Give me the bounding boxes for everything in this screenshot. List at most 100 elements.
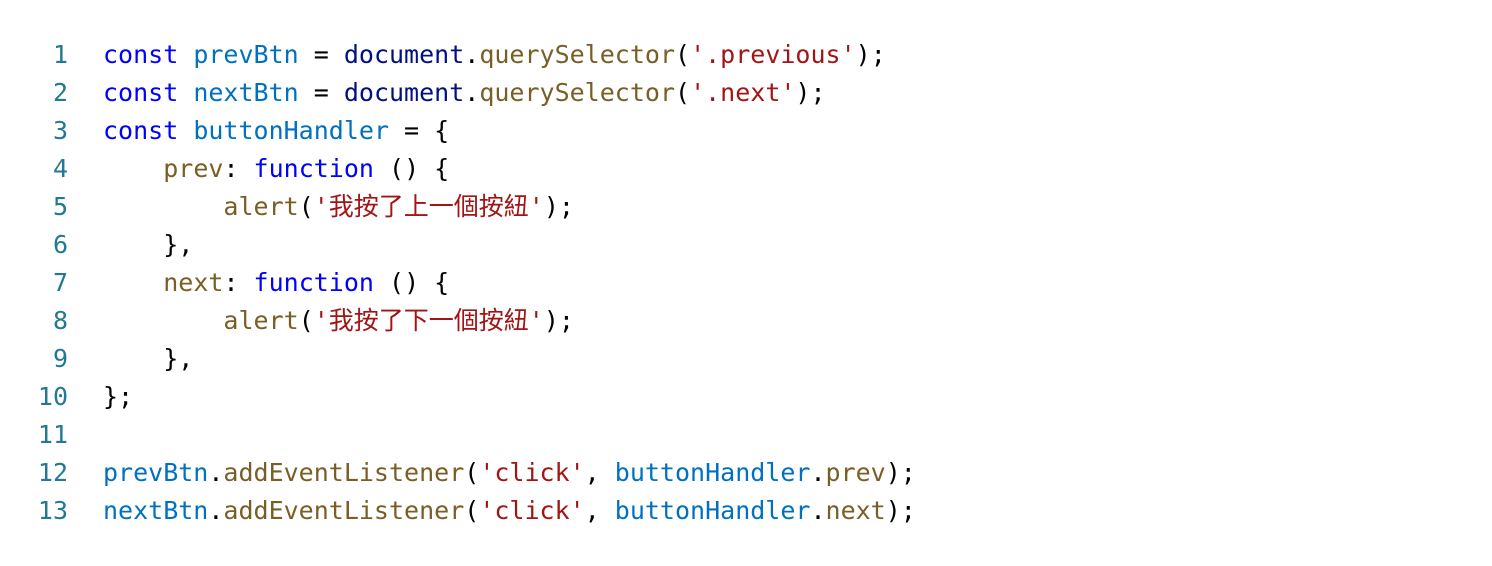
code-token: (: [298, 192, 314, 221]
code-editor[interactable]: 1 const prevBtn = document.querySelector(…: [0, 36, 1492, 530]
code-token: next: [825, 496, 886, 525]
line-number: 1: [52, 40, 68, 69]
code-line[interactable]: 8 alert('我按了下一個按紐');: [0, 302, 1492, 340]
code-line[interactable]: 5 alert('我按了上一個按紐');: [0, 188, 1492, 226]
code-token: );: [543, 192, 574, 221]
line-number: 7: [52, 268, 68, 297]
code-line[interactable]: 1 const prevBtn = document.querySelector(…: [0, 36, 1492, 74]
code-token: buttonHandler: [193, 116, 389, 145]
code-token: next: [163, 268, 224, 297]
code-token: (: [464, 496, 480, 525]
code-token: prev: [163, 154, 224, 183]
line-number: 13: [37, 496, 68, 525]
code-line[interactable]: 13 nextBtn.addEventListener('click', butt…: [0, 492, 1492, 530]
code-content[interactable]: };: [68, 378, 133, 416]
code-token: prevBtn: [103, 458, 209, 487]
code-content[interactable]: prev: function () {: [68, 150, 449, 188]
code-token: .: [464, 40, 480, 69]
code-token: },: [103, 230, 194, 259]
code-line[interactable]: 2 const nextBtn = document.querySelector(…: [0, 74, 1492, 112]
code-content[interactable]: next: function () {: [68, 264, 449, 302]
code-token: const: [103, 40, 179, 69]
code-token: (: [675, 78, 691, 107]
code-token: ,: [584, 458, 615, 487]
code-token: prevBtn: [193, 40, 299, 69]
code-content[interactable]: [68, 416, 103, 454]
code-token: );: [885, 458, 916, 487]
code-line[interactable]: 7 next: function () {: [0, 264, 1492, 302]
code-token: function: [253, 268, 374, 297]
line-number: 3: [52, 116, 68, 145]
code-content[interactable]: nextBtn.addEventListener('click', button…: [68, 492, 916, 530]
code-line[interactable]: 10};: [0, 378, 1492, 416]
code-content[interactable]: prevBtn.addEventListener('click', button…: [68, 454, 916, 492]
code-content[interactable]: alert('我按了上一個按紐');: [68, 188, 574, 226]
code-token: () {: [373, 154, 450, 183]
code-token: );: [885, 496, 916, 525]
line-number: 5: [52, 192, 68, 221]
code-token: document: [343, 78, 465, 107]
code-token: nextBtn: [193, 78, 299, 107]
line-number: 2: [52, 78, 68, 107]
code-token: const: [103, 78, 179, 107]
code-token: =: [298, 78, 344, 107]
code-token: );: [795, 78, 826, 107]
code-token: ,: [584, 496, 615, 525]
line-number: 12: [37, 458, 68, 487]
code-token: :: [223, 154, 254, 183]
code-token: (: [464, 458, 480, 487]
code-token: (: [675, 40, 691, 69]
code-content[interactable]: },: [68, 226, 193, 264]
code-line[interactable]: 11: [0, 416, 1492, 454]
code-token: const: [103, 116, 179, 145]
code-token: .: [208, 496, 224, 525]
code-token: 'click': [479, 496, 585, 525]
code-token: };: [103, 382, 134, 411]
code-line[interactable]: 9 },: [0, 340, 1492, 378]
line-number: 6: [52, 230, 68, 259]
line-number: 11: [37, 420, 68, 449]
code-token: buttonHandler: [614, 496, 811, 525]
code-token: document: [343, 40, 465, 69]
code-content[interactable]: const buttonHandler = {: [68, 112, 449, 150]
code-content[interactable]: },: [68, 340, 193, 378]
code-token: '我按了上一個按紐': [313, 192, 544, 221]
code-line[interactable]: 3 const buttonHandler = {: [0, 112, 1492, 150]
code-content[interactable]: const nextBtn = document.querySelector('…: [68, 74, 826, 112]
code-token: .: [810, 496, 826, 525]
code-token: },: [103, 344, 194, 373]
code-token: alert: [223, 306, 299, 335]
code-token: alert: [223, 192, 299, 221]
code-token: =: [298, 40, 344, 69]
code-token: querySelector: [479, 40, 675, 69]
code-token: nextBtn: [103, 496, 209, 525]
code-token: '.next': [690, 78, 796, 107]
code-content[interactable]: alert('我按了下一個按紐');: [68, 302, 574, 340]
code-token: .: [810, 458, 826, 487]
code-token: querySelector: [479, 78, 675, 107]
code-token: 'click': [479, 458, 585, 487]
code-line[interactable]: 6 },: [0, 226, 1492, 264]
code-line[interactable]: 12 prevBtn.addEventListener('click', butt…: [0, 454, 1492, 492]
line-number: 8: [52, 306, 68, 335]
code-token: addEventListener: [223, 458, 465, 487]
code-token: (: [298, 306, 314, 335]
line-number: 10: [37, 382, 68, 411]
code-token: = {: [389, 116, 450, 145]
code-token: '我按了下一個按紐': [313, 306, 544, 335]
code-line[interactable]: 4 prev: function () {: [0, 150, 1492, 188]
code-token: buttonHandler: [614, 458, 811, 487]
code-content[interactable]: const prevBtn = document.querySelector('…: [68, 36, 886, 74]
code-token: .: [464, 78, 480, 107]
code-token: prev: [825, 458, 886, 487]
code-token: );: [855, 40, 886, 69]
line-number: 9: [52, 344, 68, 373]
code-token: .: [208, 458, 224, 487]
